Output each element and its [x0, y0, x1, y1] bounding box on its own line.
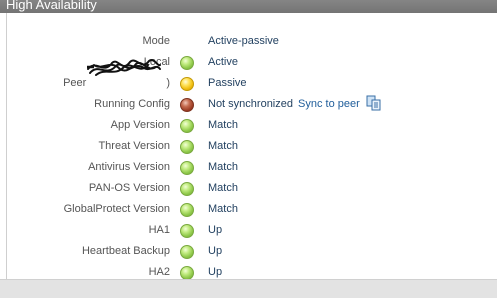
row-panos-version: PAN-OS Version Match — [7, 179, 497, 200]
row-mode: Mode Active-passive — [7, 32, 497, 53]
widget-title: High Availability — [0, 0, 497, 13]
mode-label: Mode — [142, 35, 170, 47]
sync-to-peer-link[interactable]: Sync to peer — [298, 98, 360, 110]
app-version-status-icon — [180, 119, 194, 133]
panos-version-value: Match — [208, 182, 238, 194]
row-ha1: HA1 Up — [7, 221, 497, 242]
threat-version-label: Threat Version — [98, 140, 170, 152]
row-local: Local Active — [7, 53, 497, 74]
ha1-label: HA1 — [148, 224, 170, 236]
sync-icon[interactable] — [366, 95, 382, 111]
ha-widget: High Availability Mode Active-passive Lo… — [0, 0, 497, 298]
antivirus-version-label: Antivirus Version — [88, 161, 170, 173]
row-app-version: App Version Match — [7, 116, 497, 137]
row-antivirus-version: Antivirus Version Match — [7, 158, 497, 179]
globalprotect-version-status-icon — [180, 203, 194, 217]
threat-version-value: Match — [208, 140, 238, 152]
bottom-bar — [0, 279, 497, 298]
local-value: Active — [208, 56, 238, 68]
panos-version-status-icon — [180, 182, 194, 196]
ha1-value: Up — [208, 224, 223, 236]
ha2-label: HA2 — [148, 266, 170, 278]
running-config-label: Running Config — [94, 98, 170, 110]
peer-value: Passive — [208, 77, 247, 89]
globalprotect-version-value: Match — [208, 203, 238, 215]
row-heartbeat-backup: Heartbeat Backup Up — [7, 242, 497, 263]
row-threat-version: Threat Version Match — [7, 137, 497, 158]
row-ha2: HA2 Up — [7, 263, 497, 280]
antivirus-version-status-icon — [180, 161, 194, 175]
running-config-status-icon — [180, 98, 194, 112]
row-running-config: Running Config Not synchronized Sync to … — [7, 95, 497, 116]
panos-version-label: PAN-OS Version — [88, 182, 170, 194]
heartbeat-backup-label: Heartbeat Backup — [81, 245, 170, 257]
mode-value: Active-passive — [208, 35, 279, 47]
app-version-label: App Version — [110, 119, 170, 131]
redaction-scribble — [87, 59, 161, 76]
threat-version-status-icon — [180, 140, 194, 154]
row-globalprotect-version: GlobalProtect Version Match — [7, 200, 497, 221]
local-status-icon — [180, 56, 194, 70]
heartbeat-backup-status-icon — [180, 245, 194, 259]
running-config-value: Not synchronized — [208, 98, 293, 110]
ha1-status-icon — [180, 224, 194, 238]
antivirus-version-value: Match — [208, 161, 238, 173]
ha-status-panel: Mode Active-passive Local Active Peer) P… — [6, 13, 497, 280]
globalprotect-version-label: GlobalProtect Version — [63, 203, 170, 215]
row-peer: Peer) Passive — [7, 74, 497, 95]
ha2-status-icon — [180, 266, 194, 280]
heartbeat-backup-value: Up — [208, 245, 223, 257]
peer-status-icon — [180, 77, 194, 91]
ha2-value: Up — [208, 266, 223, 278]
app-version-value: Match — [208, 119, 238, 131]
